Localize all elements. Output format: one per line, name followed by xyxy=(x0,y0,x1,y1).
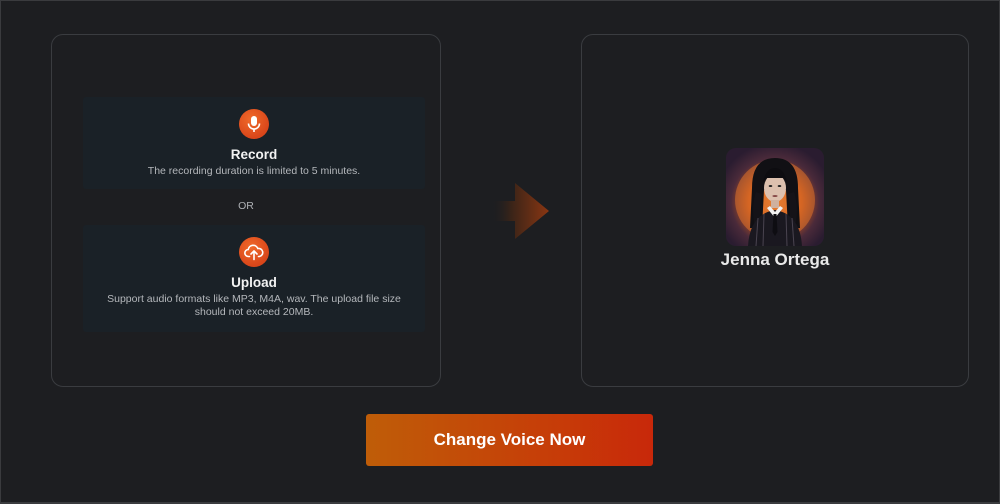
record-description: The recording duration is limited to 5 m… xyxy=(147,165,361,177)
microphone-icon xyxy=(239,109,269,139)
upload-cloud-icon xyxy=(239,237,269,267)
upload-description: Support audio formats like MP3, M4A, wav… xyxy=(107,293,401,318)
voice-name: Jenna Ortega xyxy=(720,250,830,269)
record-title: Record xyxy=(230,147,278,162)
arrow-right-icon xyxy=(491,183,549,239)
upload-option[interactable]: Upload Support audio formats like MP3, M… xyxy=(83,225,425,332)
upload-title: Upload xyxy=(231,275,277,290)
app-frame: Record The recording duration is limited… xyxy=(0,0,1000,504)
record-option[interactable]: Record The recording duration is limited… xyxy=(83,97,425,189)
target-voice-panel: Jenna Ortega xyxy=(581,34,969,387)
source-audio-panel: Record The recording duration is limited… xyxy=(51,34,441,387)
change-voice-button[interactable]: Change Voice Now xyxy=(366,414,653,466)
voice-avatar[interactable] xyxy=(726,148,824,246)
or-separator: OR xyxy=(238,200,254,212)
